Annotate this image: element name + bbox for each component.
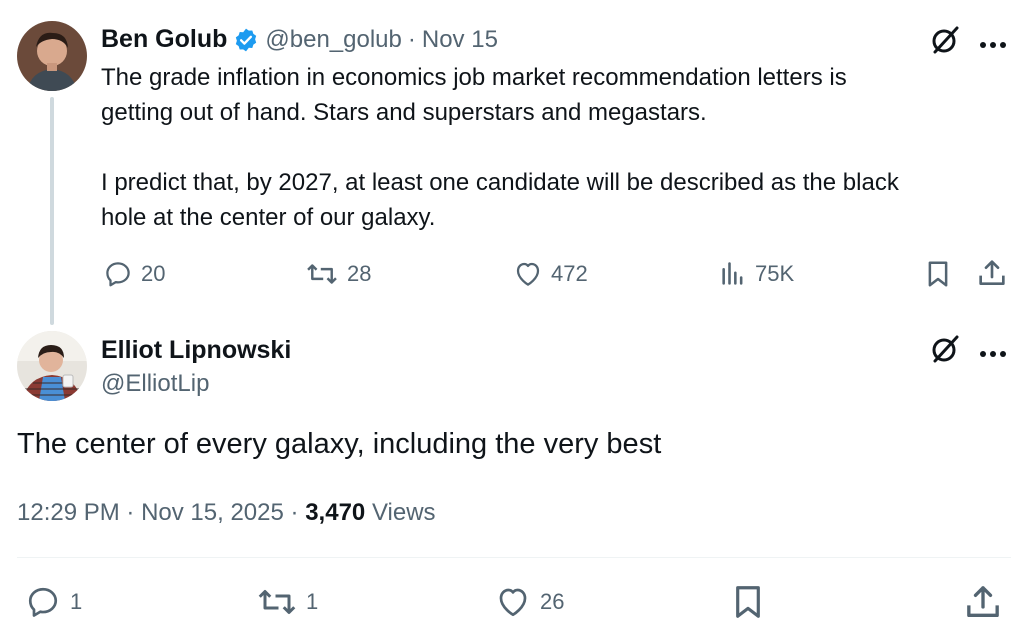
header-separator: ·: [407, 25, 416, 53]
views-button[interactable]: 75K: [719, 259, 794, 289]
avatar-ben-golub[interactable]: [17, 21, 87, 91]
reply-views-count: 3,470: [305, 499, 366, 526]
grok-icon[interactable]: [929, 333, 961, 370]
like-button[interactable]: 472: [513, 259, 588, 289]
reply-icon: [24, 584, 62, 620]
reply-views-label: Views: [371, 499, 436, 526]
bookmark-icon[interactable]: [729, 582, 767, 627]
reply-button[interactable]: 20: [103, 259, 165, 289]
divider: [17, 557, 1011, 558]
bookmark-icon[interactable]: [923, 258, 953, 295]
avatar-elliot-lipnowski[interactable]: [17, 331, 87, 401]
post-header: Ben Golub @ben_golub · Nov 15: [101, 25, 498, 54]
share-icon[interactable]: [976, 257, 1008, 294]
author-name[interactable]: Ben Golub: [101, 25, 227, 54]
reply-count: 20: [141, 261, 166, 286]
post-text-line: hole at the center of our galaxy.: [101, 204, 436, 231]
reply-text: The center of every galaxy, including th…: [17, 428, 662, 460]
more-icon[interactable]: [979, 345, 1007, 363]
views-count: 75K: [755, 261, 795, 286]
meta-separator: ·: [126, 499, 135, 526]
post-date[interactable]: Nov 15: [422, 26, 498, 54]
reply-meta: 12:29 PM · Nov 15, 2025 · 3,470 Views: [17, 499, 436, 527]
like-count: 472: [551, 261, 588, 286]
post-text-line: The grade inflation in economics job mar…: [101, 64, 847, 91]
share-icon[interactable]: [963, 582, 1003, 627]
thread-line: [50, 97, 54, 325]
meta-separator: ·: [290, 499, 299, 526]
like-icon: [513, 259, 543, 289]
repost-count: 28: [347, 261, 372, 286]
author-handle[interactable]: @ben_golub: [265, 26, 401, 54]
reply-date[interactable]: Nov 15, 2025: [141, 499, 284, 526]
repost-button[interactable]: 28: [305, 259, 371, 289]
reply-time[interactable]: 12:29 PM: [17, 499, 120, 526]
repost-icon: [256, 584, 298, 620]
reply-author-handle[interactable]: @ElliotLip: [101, 370, 209, 398]
reply-reply-count: 1: [70, 589, 83, 614]
post-text-line: I predict that, by 2027, at least one ca…: [101, 169, 899, 196]
grok-icon[interactable]: [929, 24, 961, 61]
reply-like-count: 26: [540, 589, 565, 614]
post-text: The grade inflation in economics job mar…: [101, 60, 1001, 235]
post-text-line: getting out of hand. Stars and superstar…: [101, 99, 707, 126]
reply-author-name[interactable]: Elliot Lipnowski: [101, 336, 291, 365]
reply-icon: [103, 259, 133, 289]
verified-badge-icon: [233, 27, 259, 53]
reply-reply-button[interactable]: 1: [24, 584, 82, 620]
reply-repost-count: 1: [306, 589, 319, 614]
views-icon: [719, 259, 747, 289]
more-icon[interactable]: [979, 36, 1007, 54]
reply-repost-button[interactable]: 1: [256, 584, 318, 620]
repost-icon: [305, 259, 339, 289]
like-icon: [494, 584, 532, 620]
reply-like-button[interactable]: 26: [494, 584, 564, 620]
